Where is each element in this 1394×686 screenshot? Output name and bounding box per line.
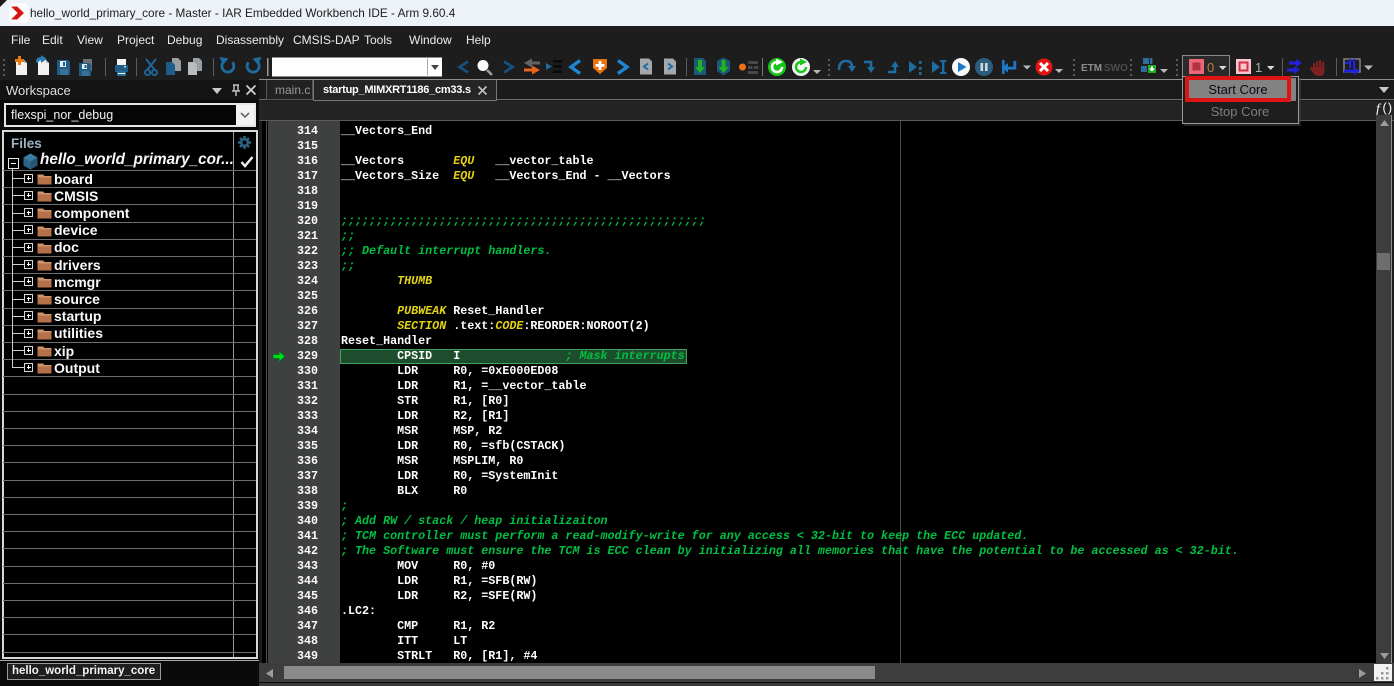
svg-text:ETM: ETM bbox=[1081, 63, 1102, 74]
svg-text:1: 1 bbox=[1255, 60, 1262, 75]
svg-text:0: 0 bbox=[1207, 60, 1214, 75]
svg-text:SWO: SWO bbox=[1104, 63, 1128, 74]
